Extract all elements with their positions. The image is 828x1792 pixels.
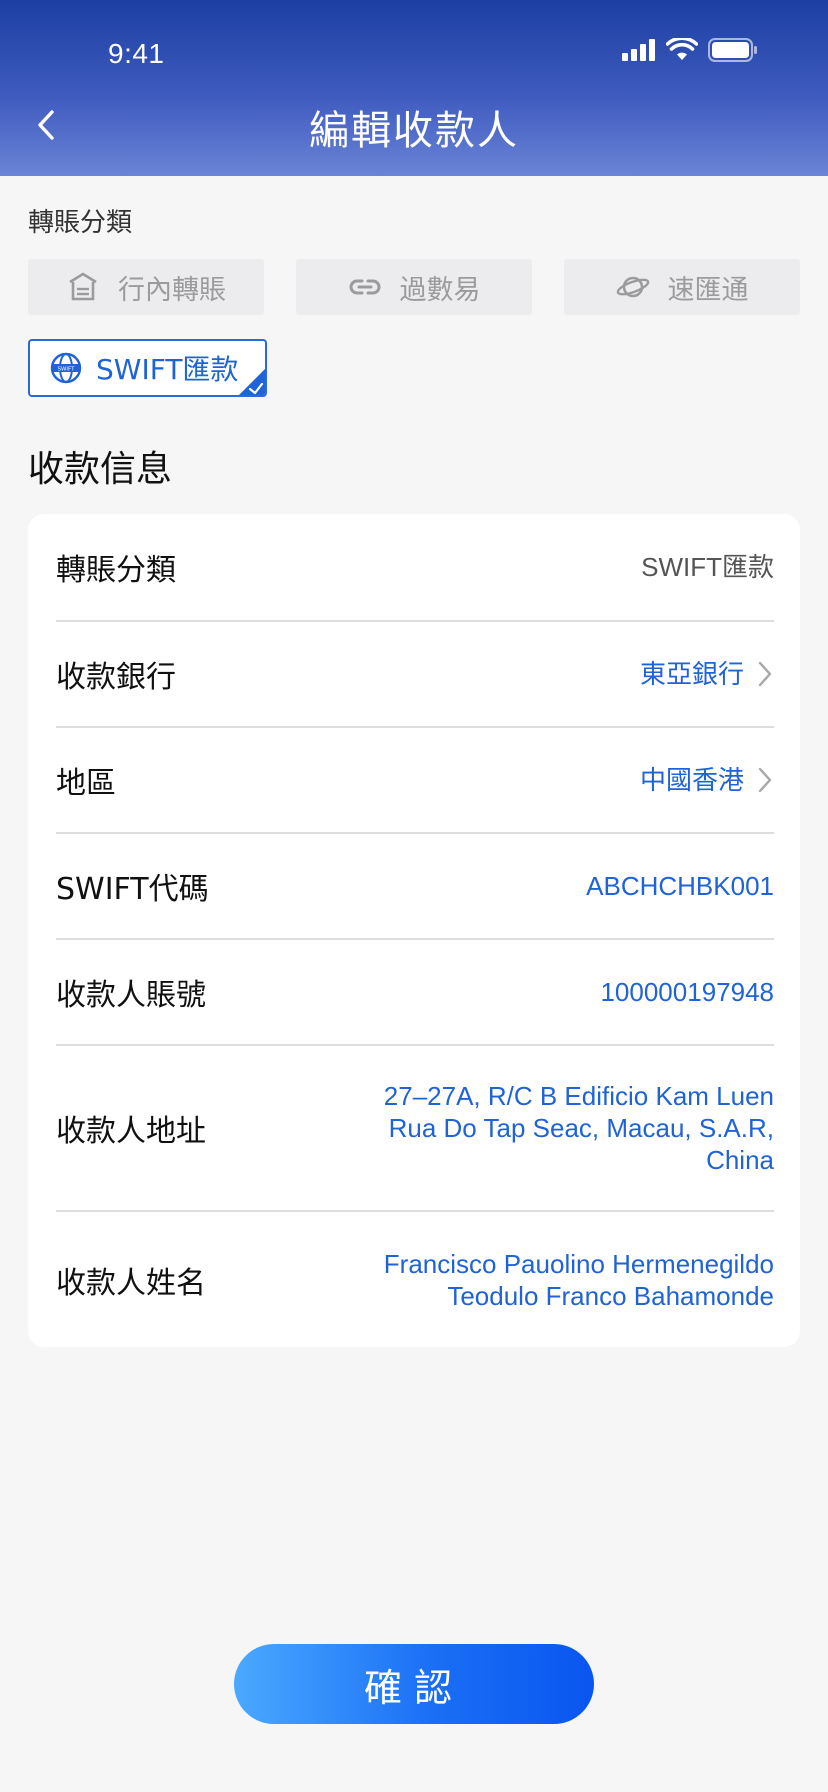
- account-number-value[interactable]: 100000197948: [600, 976, 774, 1008]
- bank-icon: [69, 272, 97, 301]
- name-line: Teodulo Franco Bahamonde: [447, 1280, 774, 1311]
- category-option-express[interactable]: 速匯通: [564, 259, 800, 315]
- row-label: 收款銀行: [56, 660, 176, 695]
- row-value-wrap: 東亞銀行: [640, 658, 774, 690]
- category-option-label: 過數易: [399, 274, 481, 306]
- chevron-right-icon: [758, 661, 772, 687]
- signal-icon: [622, 39, 655, 61]
- swift-badge-text: SWIFT: [58, 367, 76, 373]
- chevron-right-icon: [758, 767, 772, 793]
- app-header: 9:41 編輯收款人: [0, 0, 828, 176]
- swift-chip-label: SWIFT匯款: [96, 353, 239, 386]
- row-value: SWIFT匯款: [641, 552, 774, 582]
- category-option-internal[interactable]: 行內轉賬: [28, 259, 264, 315]
- row-label: 轉賬分類: [56, 553, 176, 588]
- name-line: Francisco Pauolino Hermenegildo: [383, 1248, 774, 1279]
- category-option-label: 行內轉賬: [118, 274, 226, 306]
- address-line: 27–27A, R/C B Edificio Kam Luen: [383, 1081, 774, 1111]
- row-region[interactable]: 地區 中國香港: [56, 728, 774, 834]
- row-payee-name[interactable]: 收款人姓名 Francisco Pauolino Hermenegildo Te…: [56, 1212, 774, 1347]
- row-label: 收款人地址: [56, 1114, 206, 1149]
- swift-globe-icon: SWIFT: [50, 352, 82, 384]
- row-label: SWIFT代碼: [56, 872, 209, 907]
- region-value: 中國香港: [639, 765, 744, 795]
- status-icons: [622, 38, 758, 62]
- page-title: 編輯收款人: [309, 108, 519, 154]
- planet-icon: [616, 276, 649, 298]
- category-option-label: 速匯通: [667, 274, 749, 306]
- payee-info-title: 收款信息: [28, 449, 173, 490]
- wifi-icon: [666, 38, 698, 60]
- category-option-swift-selected[interactable]: SWIFT SWIFT匯款: [28, 339, 267, 397]
- row-label: 收款人姓名: [56, 1265, 206, 1301]
- transfer-category-label: 轉賬分類: [28, 208, 133, 238]
- status-time: 9:41: [108, 38, 165, 69]
- row-label: 收款人賬號: [56, 978, 206, 1013]
- battery-icon: [708, 38, 757, 62]
- payee-name-value[interactable]: Francisco Pauolino Hermenegildo Teodulo …: [384, 1248, 774, 1312]
- row-payee-address[interactable]: 收款人地址 27–27A, R/C B Edificio Kam Luen Ru…: [56, 1046, 774, 1212]
- address-line: China: [706, 1145, 774, 1175]
- selected-check-icon: [239, 369, 265, 395]
- row-transfer-category: 轉賬分類 SWIFT匯款: [56, 514, 774, 622]
- row-value-wrap: 中國香港: [640, 764, 774, 796]
- address-line: Rua Do Tap Seac, Macau, S.A.R,: [388, 1113, 774, 1143]
- row-payee-bank[interactable]: 收款銀行 東亞銀行: [56, 622, 774, 728]
- link-icon: [349, 279, 380, 295]
- payee-bank-value: 東亞銀行: [639, 659, 744, 689]
- row-account-number[interactable]: 收款人賬號 100000197948: [56, 940, 774, 1046]
- confirm-button[interactable]: 確認: [234, 1644, 594, 1724]
- payee-info-card: 轉賬分類 SWIFT匯款 收款銀行 東亞銀行 地區 中國香港 SWIFT代碼 A…: [28, 514, 800, 1347]
- row-swift-code[interactable]: SWIFT代碼 ABCHCHBK001: [56, 834, 774, 940]
- swift-code-value[interactable]: ABCHCHBK001: [586, 870, 774, 902]
- payee-address-value[interactable]: 27–27A, R/C B Edificio Kam Luen Rua Do T…: [384, 1080, 774, 1176]
- category-option-fps[interactable]: 過數易: [296, 259, 532, 315]
- row-label: 地區: [56, 766, 116, 801]
